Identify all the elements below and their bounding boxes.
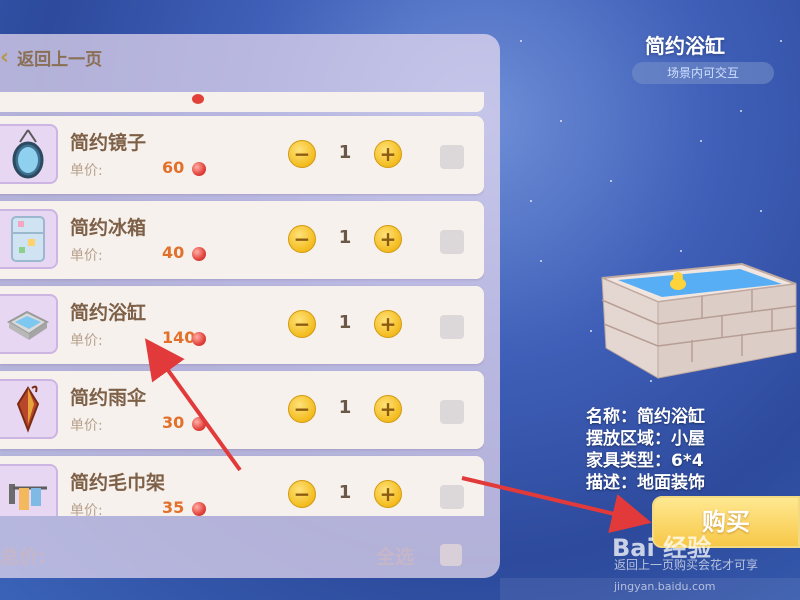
chevron-left-icon: ‹ (0, 44, 10, 70)
item-price: 40 (162, 243, 185, 262)
bathtub-icon (0, 294, 58, 354)
info-type: 家具类型：6*4 (586, 451, 704, 471)
list-item[interactable]: 简约毛巾架 单价: 35 − 1 + (0, 456, 484, 516)
info-area: 摆放区域：小屋 (586, 429, 705, 449)
quantity-stepper: − 1 + (288, 395, 402, 423)
select-checkbox[interactable] (440, 145, 464, 169)
currency-gem-icon (192, 502, 206, 516)
plus-button[interactable]: + (374, 140, 402, 168)
item-info: 名称：简约浴缸 摆放区域：小屋 家具类型：6*4 描述：地面装饰 (586, 406, 705, 494)
back-button[interactable]: ‹ 返回上一页 (0, 38, 102, 76)
detail-title: 简约浴缸 (645, 34, 725, 58)
currency-gem-icon (192, 417, 206, 431)
watermark-url: jingyan.baidu.com (614, 580, 716, 593)
list-footer: 总价: 全选 (0, 532, 500, 576)
item-name: 简约冰箱 (70, 217, 147, 239)
fridge-icon (0, 209, 58, 269)
currency-gem-icon (192, 247, 206, 261)
select-all-label[interactable]: 全选 (376, 542, 414, 569)
plus-button[interactable]: + (374, 310, 402, 338)
plus-button[interactable]: + (374, 480, 402, 508)
towel-rack-icon (0, 464, 58, 516)
quantity-stepper: − 1 + (288, 225, 402, 253)
minus-button[interactable]: − (288, 395, 316, 423)
quantity-value: 1 (338, 397, 352, 418)
quantity-value: 1 (338, 142, 352, 163)
info-name: 名称：简约浴缸 (586, 407, 705, 427)
quantity-value: 1 (338, 482, 352, 503)
quantity-value: 1 (338, 312, 352, 333)
item-price: 60 (162, 158, 185, 177)
price-label: 单价: (70, 418, 103, 434)
quantity-stepper: − 1 + (288, 140, 402, 168)
price-label: 单价: (70, 163, 103, 179)
item-name: 简约浴缸 (70, 302, 147, 324)
currency-gem-icon (192, 162, 206, 176)
umbrella-icon (0, 379, 58, 439)
quantity-value: 1 (338, 227, 352, 248)
interactive-badge: 场景内可交互 (632, 62, 774, 84)
item-name: 简约镜子 (70, 132, 147, 154)
bathtub-preview-image (592, 262, 800, 386)
plus-button[interactable]: + (374, 395, 402, 423)
price-label: 单价: (70, 333, 103, 349)
currency-gem-icon (192, 94, 204, 104)
select-checkbox[interactable] (440, 315, 464, 339)
info-desc: 描述：地面装饰 (586, 473, 705, 493)
select-checkbox[interactable] (440, 400, 464, 424)
item-price: 35 (162, 498, 185, 516)
list-item[interactable]: 简约冰箱 单价: 40 − 1 + (0, 201, 484, 279)
plus-button[interactable]: + (374, 225, 402, 253)
item-list[interactable]: 简约镜子 单价: 60 − 1 + 简约冰箱 单价: 40 − 1 + 简约浴缸… (0, 92, 484, 516)
mirror-icon (0, 124, 58, 184)
quantity-stepper: − 1 + (288, 480, 402, 508)
select-all-checkbox[interactable] (440, 544, 462, 566)
back-label: 返回上一页 (17, 49, 103, 70)
item-price: 30 (162, 413, 185, 432)
minus-button[interactable]: − (288, 480, 316, 508)
watermark-caption: 返回上一页购买会花才可享 (614, 558, 759, 572)
select-checkbox[interactable] (440, 230, 464, 254)
quantity-stepper: − 1 + (288, 310, 402, 338)
list-item-partial (0, 92, 484, 112)
total-price-label: 总价: (0, 546, 46, 568)
price-label: 单价: (70, 503, 103, 516)
minus-button[interactable]: − (288, 310, 316, 338)
item-name: 简约毛巾架 (70, 472, 166, 494)
minus-button[interactable]: − (288, 225, 316, 253)
price-label: 单价: (70, 248, 103, 264)
select-checkbox[interactable] (440, 485, 464, 509)
currency-gem-icon (192, 332, 206, 346)
list-item[interactable]: 简约浴缸 单价: 140 − 1 + (0, 286, 484, 364)
item-price: 140 (162, 328, 196, 347)
item-name: 简约雨伞 (70, 387, 147, 409)
minus-button[interactable]: − (288, 140, 316, 168)
list-item[interactable]: 简约镜子 单价: 60 − 1 + (0, 116, 484, 194)
list-item[interactable]: 简约雨伞 单价: 30 − 1 + (0, 371, 484, 449)
